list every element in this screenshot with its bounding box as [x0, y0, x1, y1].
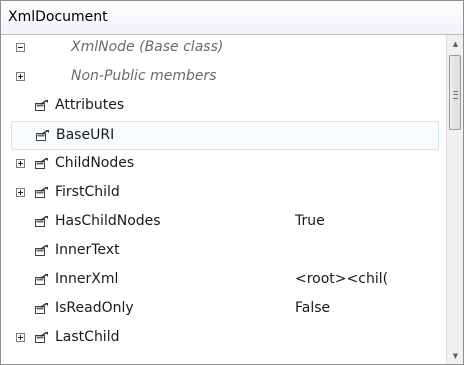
- member-value[interactable]: True: [295, 213, 439, 229]
- datatip-window: XmlDocument XmlNode (Base class) Non-Publ…: [0, 0, 464, 365]
- member-name: LastChild: [55, 329, 120, 345]
- property-icon: [35, 100, 48, 111]
- member-name: InnerXml: [55, 271, 119, 287]
- property-icon: [35, 332, 48, 343]
- member-name: IsReadOnly: [55, 300, 134, 316]
- member-name: InnerText: [55, 242, 120, 258]
- property-row[interactable]: IsReadOnly False: [11, 295, 439, 324]
- expand-plus-icon[interactable]: [16, 333, 25, 342]
- member-name: Non-Public members: [71, 68, 217, 84]
- scroll-down-arrow-icon[interactable]: ▼: [447, 347, 463, 364]
- member-value[interactable]: False: [295, 300, 439, 316]
- member-value[interactable]: <root><chil(: [295, 271, 439, 287]
- member-group-row[interactable]: Non-Public members: [11, 63, 439, 92]
- property-icon: [35, 274, 48, 285]
- title-bar: XmlDocument: [1, 1, 463, 35]
- collapse-minus-icon[interactable]: [16, 43, 25, 52]
- vertical-scrollbar[interactable]: ▲ ▼: [446, 35, 463, 364]
- property-row[interactable]: InnerText: [11, 237, 439, 266]
- member-group-row[interactable]: XmlNode (Base class): [11, 35, 439, 63]
- property-row[interactable]: LastChild: [11, 324, 439, 353]
- scroll-thumb[interactable]: [449, 55, 461, 130]
- property-row[interactable]: HasChildNodes True: [11, 208, 439, 237]
- scroll-up-arrow-icon[interactable]: ▲: [447, 35, 463, 52]
- property-icon: [35, 245, 48, 256]
- member-name: HasChildNodes: [55, 213, 161, 229]
- property-row[interactable]: InnerXml <root><chil(: [11, 266, 439, 295]
- property-row[interactable]: FirstChild: [11, 179, 439, 208]
- member-name: Attributes: [55, 97, 125, 113]
- property-row[interactable]: BaseURI: [11, 121, 439, 150]
- member-name: ChildNodes: [55, 155, 135, 171]
- scroll-grip-icon: [453, 91, 458, 99]
- member-name: FirstChild: [55, 184, 120, 200]
- property-row[interactable]: Attributes: [11, 92, 439, 121]
- expand-plus-icon[interactable]: [16, 72, 25, 81]
- property-icon: [36, 130, 49, 141]
- window-title: XmlDocument: [8, 9, 108, 25]
- expand-plus-icon[interactable]: [16, 159, 25, 168]
- property-icon: [35, 187, 48, 198]
- property-row[interactable]: ChildNodes: [11, 150, 439, 179]
- member-list: XmlNode (Base class) Non-Public members At…: [1, 35, 446, 364]
- expand-plus-icon[interactable]: [16, 188, 25, 197]
- property-icon: [35, 158, 48, 169]
- member-name: XmlNode (Base class): [71, 39, 224, 55]
- property-icon: [35, 216, 48, 227]
- member-name: BaseURI: [56, 127, 115, 143]
- property-icon: [35, 303, 48, 314]
